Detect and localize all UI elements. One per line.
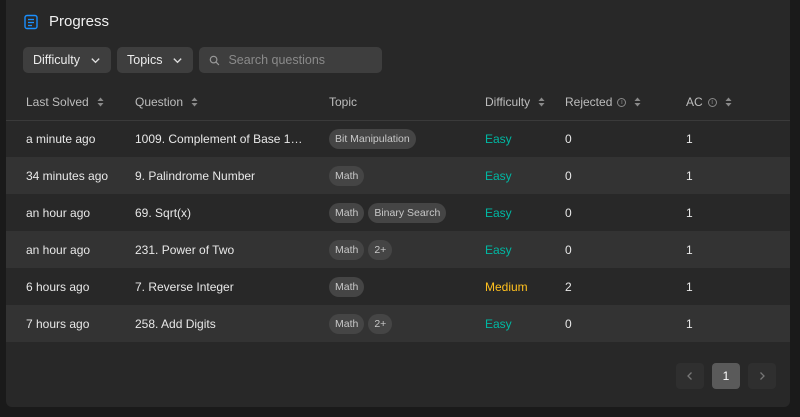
rejected-cell: 0 <box>565 157 686 194</box>
question-cell[interactable]: 231. Power of Two <box>135 231 329 268</box>
last-solved-cell: 7 hours ago <box>6 305 135 342</box>
table-row[interactable]: 6 hours ago 7. Reverse Integer Math Medi… <box>6 268 790 305</box>
page-title: Progress <box>49 13 110 30</box>
question-link[interactable]: 231. Power of Two <box>135 243 234 257</box>
question-link[interactable]: 258. Add Digits <box>135 317 216 331</box>
question-cell[interactable]: 1009. Complement of Base 10 I... <box>135 120 329 157</box>
difficulty-dropdown[interactable]: Difficulty <box>23 47 112 73</box>
pagination: 1 <box>676 363 776 389</box>
column-header-ac[interactable]: AC i <box>686 85 790 121</box>
search-box[interactable] <box>199 47 383 73</box>
sort-arrows-icon[interactable] <box>538 96 545 110</box>
search-input[interactable] <box>228 53 369 67</box>
progress-header: Progress <box>23 13 109 30</box>
sort-arrows-icon[interactable] <box>634 96 641 110</box>
topic-cell: Math Binary Search <box>329 194 485 231</box>
last-solved-cell: an hour ago <box>26 205 91 220</box>
chevron-down-icon <box>91 57 100 63</box>
page-button-current[interactable]: 1 <box>712 363 740 389</box>
search-icon <box>210 55 220 65</box>
filter-bar: Difficulty Topics <box>23 47 383 73</box>
table-row[interactable]: an hour ago 69. Sqrt(x) Math Binary Searc… <box>6 194 790 231</box>
topic-tag[interactable]: Math <box>329 239 365 260</box>
sort-arrows-icon[interactable] <box>725 96 732 110</box>
topic-tag[interactable]: Binary Search <box>368 202 447 223</box>
next-page-button[interactable] <box>748 363 776 389</box>
rejected-cell: 2 <box>565 279 572 294</box>
difficulty-dropdown-label: Difficulty <box>33 53 81 67</box>
difficulty-cell: Easy <box>485 205 512 220</box>
question-cell[interactable]: 69. Sqrt(x) <box>135 194 329 231</box>
difficulty-cell: Easy <box>485 157 565 194</box>
topic-tag[interactable]: Math <box>329 276 365 297</box>
topics-dropdown[interactable]: Topics <box>117 47 194 73</box>
topic-tag[interactable]: Bit Manipulation <box>329 128 416 149</box>
topic-cell: Math 2+ <box>329 305 485 342</box>
difficulty-cell: Easy <box>485 305 565 342</box>
sort-arrows-icon[interactable] <box>97 96 104 110</box>
ac-cell: 1 <box>686 279 693 294</box>
question-link[interactable]: 69. Sqrt(x) <box>135 206 191 220</box>
progress-panel: Progress Difficulty Topics Last Solved Q… <box>6 0 790 407</box>
question-cell[interactable]: 258. Add Digits <box>135 305 329 342</box>
chevron-left-icon <box>687 372 692 380</box>
last-solved-cell: an hour ago <box>6 231 135 268</box>
table-row[interactable]: 7 hours ago 258. Add Digits Math 2+ Easy … <box>6 305 790 342</box>
topic-cell: Math <box>329 268 485 305</box>
question-link[interactable]: 7. Reverse Integer <box>135 280 234 294</box>
topic-tag[interactable]: Math <box>329 202 365 223</box>
table-row[interactable]: an hour ago 231. Power of Two Math 2+ Eas… <box>6 231 790 268</box>
difficulty-cell: Easy <box>485 131 512 146</box>
progress-list-icon <box>24 14 38 29</box>
column-header-difficulty[interactable]: Difficulty <box>485 85 565 121</box>
question-cell[interactable]: 7. Reverse Integer <box>135 268 329 305</box>
info-icon[interactable]: i <box>617 98 627 108</box>
column-header-last-solved[interactable]: Last Solved <box>6 85 135 121</box>
ac-cell: 1 <box>686 231 790 268</box>
topics-dropdown-label: Topics <box>127 53 163 67</box>
column-header-question[interactable]: Question <box>135 85 329 121</box>
topic-cell: Math <box>329 157 485 194</box>
question-link[interactable]: 1009. Complement of Base 10 I... <box>135 132 305 146</box>
chevron-right-icon <box>760 372 765 380</box>
column-header-rejected[interactable]: Rejected i <box>565 85 686 121</box>
difficulty-cell: Medium <box>485 279 528 294</box>
table-row[interactable]: a minute ago 1009. Complement of Base 10… <box>6 120 790 157</box>
topic-cell: Math 2+ <box>329 231 485 268</box>
table-header-row: Last Solved Question Topic Difficulty Re… <box>6 85 790 121</box>
topic-tag[interactable]: Math <box>329 165 365 186</box>
question-link[interactable]: 9. Palindrome Number <box>135 169 255 183</box>
rejected-cell: 0 <box>565 231 686 268</box>
rejected-cell: 0 <box>565 131 572 146</box>
progress-table: Last Solved Question Topic Difficulty Re… <box>6 85 790 342</box>
info-icon[interactable]: i <box>707 98 717 108</box>
ac-cell: 1 <box>686 305 790 342</box>
rejected-cell: 0 <box>565 205 572 220</box>
ac-cell: 1 <box>686 131 693 146</box>
difficulty-cell: Easy <box>485 231 565 268</box>
column-header-topic: Topic <box>329 85 485 121</box>
last-solved-cell: a minute ago <box>26 131 96 146</box>
last-solved-cell: 6 hours ago <box>26 279 90 294</box>
chevron-down-icon <box>173 57 183 63</box>
ac-cell: 1 <box>686 157 790 194</box>
ac-cell: 1 <box>686 205 693 220</box>
more-tags-badge[interactable]: 2+ <box>368 313 393 334</box>
topic-cell: Bit Manipulation <box>329 120 485 157</box>
more-tags-badge[interactable]: 2+ <box>368 239 393 260</box>
topic-tag[interactable]: Math <box>329 313 365 334</box>
sort-arrows-icon[interactable] <box>191 96 198 110</box>
rejected-cell: 0 <box>565 305 686 342</box>
table-row[interactable]: 34 minutes ago 9. Palindrome Number Math… <box>6 157 790 194</box>
question-cell[interactable]: 9. Palindrome Number <box>135 157 329 194</box>
prev-page-button[interactable] <box>676 363 704 389</box>
last-solved-cell: 34 minutes ago <box>6 157 135 194</box>
